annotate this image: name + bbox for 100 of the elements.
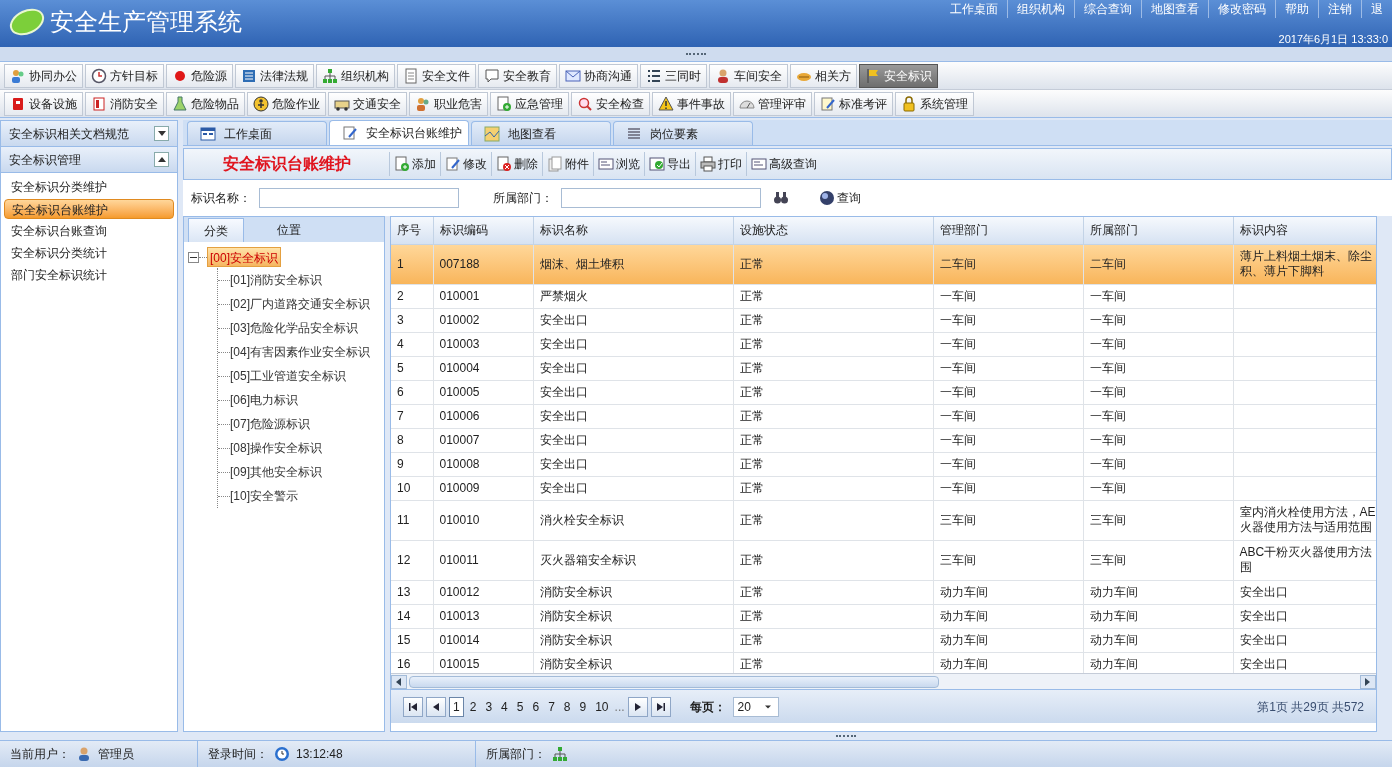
table-row[interactable]: 4 010003 安全出口 正常 一车间 一车间 [391,332,1376,356]
column-header[interactable]: 标识编码 [433,217,533,244]
header-link[interactable]: 退 [1361,0,1392,18]
tree-node[interactable]: [01]消防安全标识 [230,271,322,289]
page-link[interactable]: 8 [560,696,574,717]
module-tab[interactable]: 设备设施 [4,91,83,116]
tree-node[interactable]: [02]厂内道路交通安全标识 [230,295,370,313]
scroll-left-icon[interactable] [391,674,407,689]
module-tab[interactable]: 三同时 [640,63,707,88]
expand-icon[interactable] [154,126,169,141]
page-link[interactable]: 2 [466,696,480,717]
sidebar-item[interactable]: 安全标识分类维护 [4,177,174,197]
page-link[interactable]: 3 [482,696,496,717]
collapse-icon[interactable] [188,251,199,263]
toolbar-button[interactable]: 高级查询 [746,152,821,176]
sidebar-item[interactable]: 安全标识台账维护 [4,199,174,219]
per-page-select[interactable]: 20 [732,696,779,717]
module-tab[interactable]: 安全教育 [478,63,557,88]
next-page-icon[interactable] [627,696,648,717]
tree-node[interactable]: [09]其他安全标识 [230,463,322,481]
module-tab[interactable]: 消防安全 [85,91,164,116]
column-header[interactable]: 序号 [391,217,433,244]
toolbar-button[interactable]: 修改 [440,152,491,176]
module-tab[interactable]: 事件事故 [652,91,731,116]
table-row[interactable]: 5 010004 安全出口 正常 一车间 一车间 [391,356,1376,380]
header-link[interactable]: 地图查看 [1141,0,1208,18]
table-row[interactable]: 6 010005 安全出口 正常 一车间 一车间 [391,380,1376,404]
splitter-handle[interactable] [686,53,706,55]
module-tab[interactable]: 标准考评 [814,91,893,116]
tree-node[interactable]: [03]危险化学品安全标识 [230,319,358,337]
accordion-header[interactable]: 安全标识相关文档规范 [1,121,177,147]
input-field[interactable] [561,188,761,208]
tree-node[interactable]: [08]操作安全标识 [230,439,322,457]
column-header[interactable]: 标识内容 [1233,217,1376,244]
page-link[interactable]: 1 [449,696,464,717]
table-row[interactable]: 2 010001 严禁烟火 正常 一车间 一车间 [391,284,1376,308]
table-row[interactable]: 3 010002 安全出口 正常 一车间 一车间 [391,308,1376,332]
toolbar-button[interactable]: 删除 [491,152,542,176]
accordion-header[interactable]: 安全标识管理 [1,147,177,173]
module-tab[interactable]: 职业危害 [409,91,488,116]
toolbar-button[interactable]: 浏览 [593,152,644,176]
page-link[interactable]: 10 [592,696,612,717]
splitter-handle[interactable] [836,735,856,737]
header-link[interactable]: 帮助 [1275,0,1318,18]
module-tab[interactable]: 危险物品 [166,91,245,116]
tree-node[interactable]: [06]电力标识 [230,391,298,409]
scroll-thumb[interactable] [409,675,939,688]
module-tab[interactable]: 相关方 [790,63,857,88]
page-tab[interactable]: 安全标识台账维护 [329,120,469,145]
tree-node[interactable]: [00]安全标识 [207,247,281,267]
horizontal-scrollbar[interactable] [391,673,1376,689]
table-row[interactable]: 13 010012 消防安全标识 正常 动力车间 动力车间 安全出口 [391,580,1376,604]
module-tab[interactable]: 应急管理 [490,91,569,116]
table-row[interactable]: 16 010015 消防安全标识 正常 动力车间 动力车间 安全出口 [391,652,1376,673]
page-tab[interactable]: 岗位要素 [613,121,753,145]
header-link[interactable]: 注销 [1318,0,1361,18]
table-row[interactable]: 14 010013 消防安全标识 正常 动力车间 动力车间 安全出口 [391,604,1376,628]
collapse-icon[interactable] [154,152,169,167]
column-header[interactable]: 标识名称 [533,217,733,244]
column-header[interactable]: 管理部门 [933,217,1083,244]
page-link[interactable]: 9 [576,696,590,717]
scroll-right-icon[interactable] [1360,674,1376,689]
column-header[interactable]: 设施状态 [733,217,933,244]
table-row[interactable]: 1 007188 烟沫、烟土堆积 正常 二车间 二车间 薄片上料烟土烟末、除尘 积、薄片下脚料 [391,244,1376,284]
tree-tab[interactable]: 分类 [188,218,244,242]
toolbar-button[interactable]: 打印 [695,152,746,176]
search-button[interactable]: 查询 [819,189,861,207]
sidebar-item[interactable]: 安全标识分类统计 [4,243,174,263]
page-tab[interactable]: 地图查看 [471,121,611,145]
module-tab[interactable]: 危险作业 [247,91,326,116]
module-tab[interactable]: 交通安全 [328,91,407,116]
sidebar-item[interactable]: 安全标识台账查询 [4,221,174,241]
module-tab[interactable]: 系统管理 [895,91,974,116]
module-tab[interactable]: 危险源 [166,63,233,88]
tree-tab[interactable]: 位置 [244,218,334,242]
table-row[interactable]: 11 010010 消火栓安全标识 正常 三车间 三车间 室内消火栓使用方法，AE 火器使用方法与适用范围 [391,500,1376,540]
table-row[interactable]: 7 010006 安全出口 正常 一车间 一车间 [391,404,1376,428]
page-link[interactable]: 5 [513,696,527,717]
module-tab[interactable]: 管理评审 [733,91,812,116]
tree-node[interactable]: [10]安全警示 [230,487,298,505]
table-row[interactable]: 10 010009 安全出口 正常 一车间 一车间 [391,476,1376,500]
previous-page-icon[interactable] [426,696,446,717]
module-tab[interactable]: 协商沟通 [559,63,638,88]
sidebar-item[interactable]: 部门安全标识统计 [4,265,174,285]
tree-node[interactable]: [05]工业管道安全标识 [230,367,346,385]
page-link[interactable]: 4 [498,696,511,717]
toolbar-button[interactable]: 添加 [389,152,440,176]
module-tab[interactable]: 车间安全 [709,63,788,88]
module-tab[interactable]: 安全文件 [397,63,476,88]
table-row[interactable]: 15 010014 消防安全标识 正常 动力车间 动力车间 安全出口 [391,628,1376,652]
header-link[interactable]: 工作桌面 [941,0,1007,18]
header-link[interactable]: 综合查询 [1074,0,1141,18]
table-row[interactable]: 8 010007 安全出口 正常 一车间 一车间 [391,428,1376,452]
binoculars-icon[interactable] [773,190,789,206]
tree-node[interactable]: [07]危险源标识 [230,415,310,433]
first-page-icon[interactable] [403,696,423,717]
module-tab[interactable]: 方针目标 [85,63,164,88]
page-link[interactable]: 6 [529,696,543,717]
table-row[interactable]: 9 010008 安全出口 正常 一车间 一车间 [391,452,1376,476]
page-link[interactable]: 7 [545,696,558,717]
